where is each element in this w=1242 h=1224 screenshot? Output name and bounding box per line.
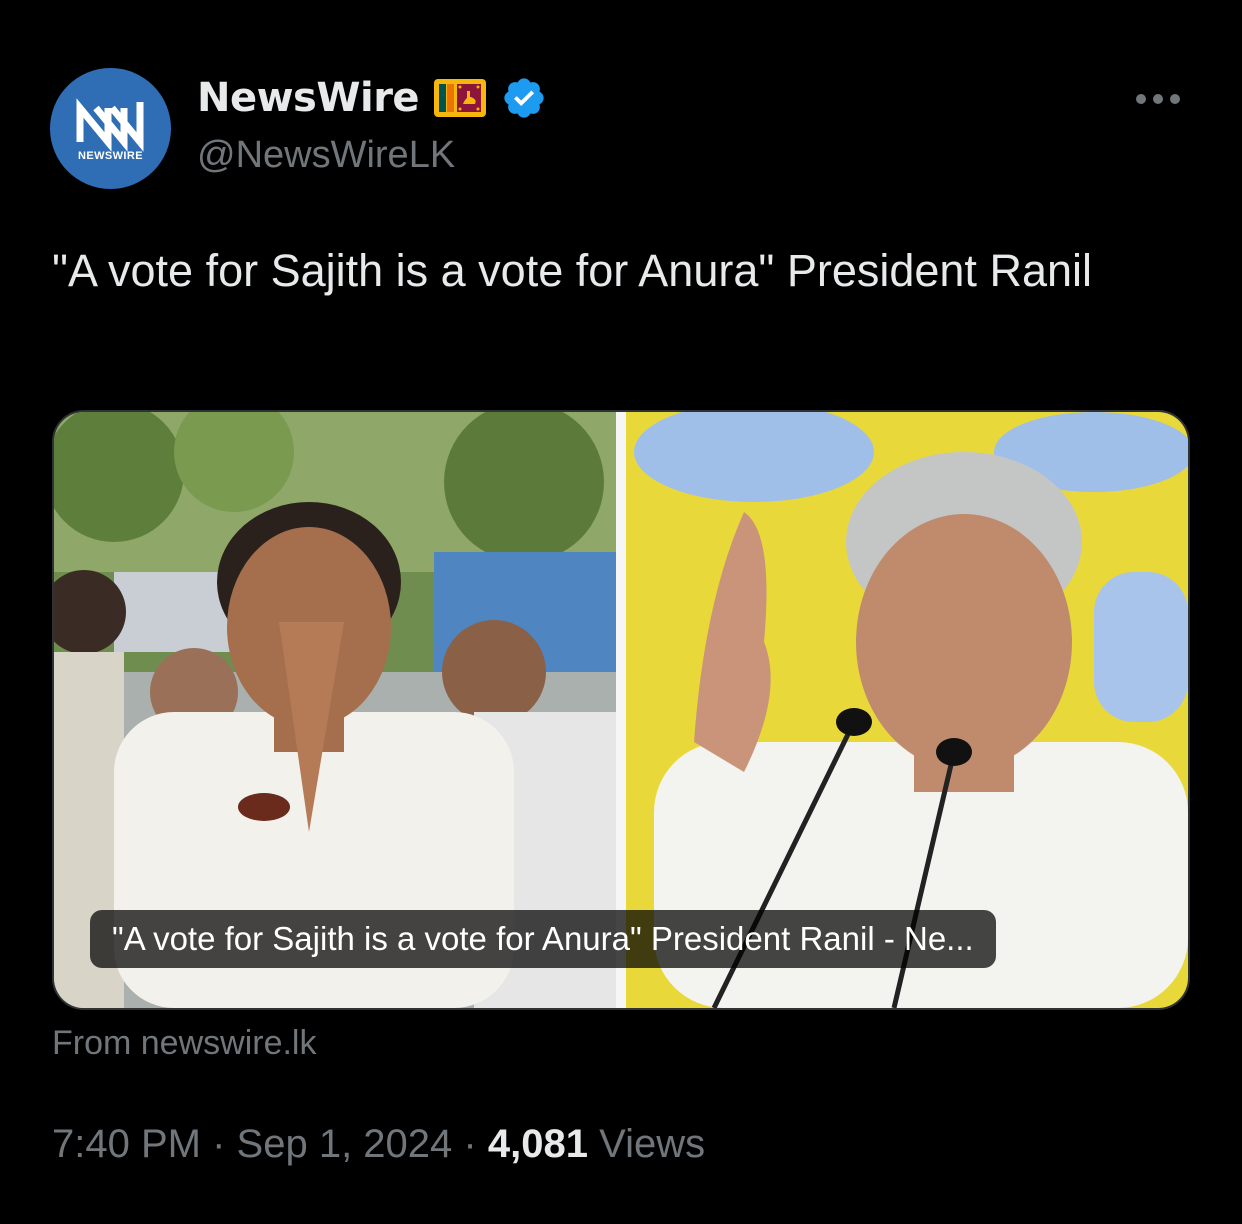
author-name-row[interactable]: NewsWire — [197, 72, 547, 124]
meta-separator: · — [212, 1122, 226, 1166]
meta-separator: · — [463, 1122, 477, 1166]
tweet-time[interactable]: 7:40 PM — [52, 1122, 201, 1166]
card-source-link[interactable]: From newswire.lk — [52, 1024, 316, 1063]
more-options-button[interactable] — [1136, 86, 1192, 112]
avatar[interactable]: NEWSWIRE — [50, 68, 171, 189]
more-dot-icon — [1153, 94, 1163, 104]
tweet-text: "A vote for Sajith is a vote for Anura" … — [52, 245, 1092, 296]
tweet: NEWSWIRE NewsWire @NewsWireLK "A vote fo… — [0, 0, 1242, 1224]
more-dot-icon — [1170, 94, 1180, 104]
verified-badge-icon — [504, 78, 544, 118]
avatar-logo-text: NEWSWIRE — [78, 150, 143, 162]
more-dot-icon — [1136, 94, 1146, 104]
sri-lanka-flag-icon — [434, 79, 487, 117]
author-handle[interactable]: @NewsWireLK — [197, 134, 455, 177]
views-label[interactable]: Views — [599, 1122, 705, 1166]
newswire-logo-icon — [76, 98, 144, 152]
link-card[interactable]: "A vote for Sajith is a vote for Anura" … — [52, 410, 1190, 1010]
tweet-date[interactable]: Sep 1, 2024 — [237, 1122, 453, 1166]
display-name[interactable]: NewsWire — [197, 75, 420, 121]
card-title: "A vote for Sajith is a vote for Anura" … — [90, 910, 996, 968]
views-count[interactable]: 4,081 — [488, 1122, 588, 1166]
tweet-meta: 7:40 PM · Sep 1, 2024 · 4,081 Views — [52, 1122, 705, 1167]
